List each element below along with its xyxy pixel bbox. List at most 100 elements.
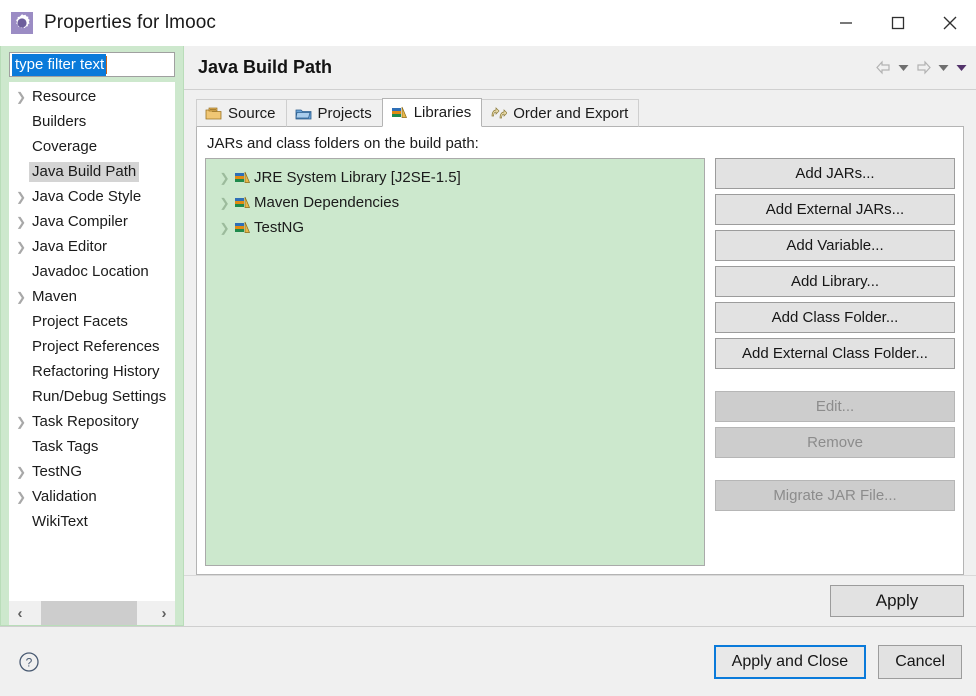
scroll-right-icon[interactable]: › [153,601,175,625]
chevron-right-icon[interactable]: ❯ [13,215,29,229]
sidebar-item-task-tags[interactable]: Task Tags [9,434,175,459]
arrow-right-icon[interactable] [912,56,934,80]
library-list-item[interactable]: ❯ TestNG [208,215,702,240]
sidebar-item-label: Resource [32,87,97,105]
sidebar-item-project-references[interactable]: Project References [9,334,175,359]
libraries-books-icon [391,105,408,121]
settings-tree-panel: type filter text ❯ Resource Builders Covera… [0,46,184,626]
library-list-item[interactable]: ❯ Maven Dependencies [208,190,702,215]
edit-button: Edit... [715,391,955,422]
scrollbar-track[interactable] [31,601,153,625]
page-header: Java Build Path [184,46,976,90]
tab-label: Libraries [413,104,472,121]
apply-and-close-button[interactable]: Apply and Close [713,644,867,679]
sidebar-item-label: Java Code Style [32,187,142,205]
sidebar-item-label: Coverage [32,137,98,155]
sidebar-item-validation[interactable]: ❯ Validation [9,484,175,509]
chevron-right-icon[interactable]: ❯ [13,290,29,304]
sidebar-item-resource[interactable]: ❯ Resource [9,84,175,109]
sidebar-item-wikitext[interactable]: WikiText [9,509,175,534]
scrollbar-thumb[interactable] [41,601,137,625]
tab-libraries[interactable]: Libraries [381,98,483,127]
sidebar-item-label: Java Build Path [29,161,140,182]
back-history-chevron-down-icon[interactable] [894,56,912,80]
text-caret [106,55,108,74]
sidebar-item-label: Task Tags [32,437,99,455]
sidebar-item-label: Java Editor [32,237,108,255]
sidebar-item-label: Run/Debug Settings [32,387,167,405]
tab-strip: Source Projects Libraries Order and Export [196,98,964,127]
sidebar-item-java-code-style[interactable]: ❯ Java Code Style [9,184,175,209]
tree-horizontal-scrollbar[interactable]: ‹ › [9,601,175,625]
chevron-right-icon[interactable]: ❯ [13,190,29,204]
sidebar-item-java-editor[interactable]: ❯ Java Editor [9,234,175,259]
scroll-left-icon[interactable]: ‹ [9,601,31,625]
sidebar-item-javadoc-location[interactable]: Javadoc Location [9,259,175,284]
button-group-gap [715,463,955,475]
forward-history-chevron-down-icon[interactable] [934,56,952,80]
sidebar-item-task-repository[interactable]: ❯ Task Repository [9,409,175,434]
add-jars-button[interactable]: Add JARs... [715,158,955,189]
sidebar-item-label: Java Compiler [32,212,128,230]
chevron-right-icon[interactable]: ❯ [13,90,29,104]
libraries-list[interactable]: ❯ JRE System Library [J2SE-1.5] ❯ Maven Dep… [205,158,705,566]
properties-gear-icon [10,11,34,35]
sidebar-item-refactoring-history[interactable]: Refactoring History [9,359,175,384]
apply-button[interactable]: Apply [830,585,964,617]
sidebar-item-coverage[interactable]: Coverage [9,134,175,159]
button-group-gap [715,374,955,386]
sidebar-item-label: WikiText [32,512,88,530]
chevron-right-icon[interactable]: ❯ [13,415,29,429]
sidebar-item-label: Maven [32,287,78,305]
sidebar-item-java-compiler[interactable]: ❯ Java Compiler [9,209,175,234]
tab-source[interactable]: Source [196,99,287,127]
properties-dialog: Properties for lmooc type filter text ❯ R… [0,0,976,696]
sidebar-item-builders[interactable]: Builders [9,109,175,134]
chevron-right-icon[interactable]: ❯ [216,196,233,210]
sidebar-item-label: Task Repository [32,412,139,430]
close-button[interactable] [924,0,976,46]
tab-projects[interactable]: Projects [285,99,383,127]
sidebar-item-java-build-path[interactable]: Java Build Path [9,159,175,184]
chevron-right-icon[interactable]: ❯ [13,490,29,504]
chevron-right-icon[interactable]: ❯ [13,240,29,254]
filter-input-value: type filter text [12,53,107,76]
sidebar-item-maven[interactable]: ❯ Maven [9,284,175,309]
library-list-item[interactable]: ❯ JRE System Library [J2SE-1.5] [208,165,702,190]
add-external-class-folder-button[interactable]: Add External Class Folder... [715,338,955,369]
add-external-jars-button[interactable]: Add External JARs... [715,194,955,225]
content-panel: Java Build Path Source Projects Librarie… [184,46,976,626]
tab-label: Order and Export [513,104,629,122]
settings-tree[interactable]: ❯ Resource Builders Coverage Java Build Path… [9,82,175,601]
sidebar-item-label: TestNG [32,462,83,480]
add-library-button[interactable]: Add Library... [715,266,955,297]
view-menu-chevron-down-icon[interactable] [952,56,970,80]
add-class-folder-button[interactable]: Add Class Folder... [715,302,955,333]
sidebar-item-testng[interactable]: ❯ TestNG [9,459,175,484]
sidebar-item-label: Refactoring History [32,362,160,380]
filter-wrapper: type filter text [9,52,175,77]
sidebar-item-project-facets[interactable]: Project Facets [9,309,175,334]
sidebar-item-label: Project Facets [32,312,128,330]
tab-page-inner: ❯ JRE System Library [J2SE-1.5] ❯ Maven Dep… [205,158,955,566]
maximize-button[interactable] [872,0,924,46]
help-question-icon[interactable]: ? [18,651,40,673]
chevron-right-icon[interactable]: ❯ [13,465,29,479]
chevron-right-icon[interactable]: ❯ [216,171,233,185]
page-title: Java Build Path [198,57,333,77]
dialog-body: type filter text ❯ Resource Builders Covera… [0,46,976,626]
library-icon [233,195,252,210]
order-export-icon [490,105,508,121]
arrow-left-icon[interactable] [872,56,894,80]
library-icon [233,170,252,185]
library-icon [233,220,252,235]
tab-order-and-export[interactable]: Order and Export [481,99,640,127]
chevron-right-icon[interactable]: ❯ [216,221,233,235]
sidebar-item-run-debug-settings[interactable]: Run/Debug Settings [9,384,175,409]
cancel-button[interactable]: Cancel [878,644,962,679]
search-input[interactable]: type filter text [9,52,175,77]
sidebar-item-label: Validation [32,487,97,505]
add-variable-button[interactable]: Add Variable... [715,230,955,261]
page-nav-buttons [872,56,970,80]
minimize-button[interactable] [820,0,872,46]
